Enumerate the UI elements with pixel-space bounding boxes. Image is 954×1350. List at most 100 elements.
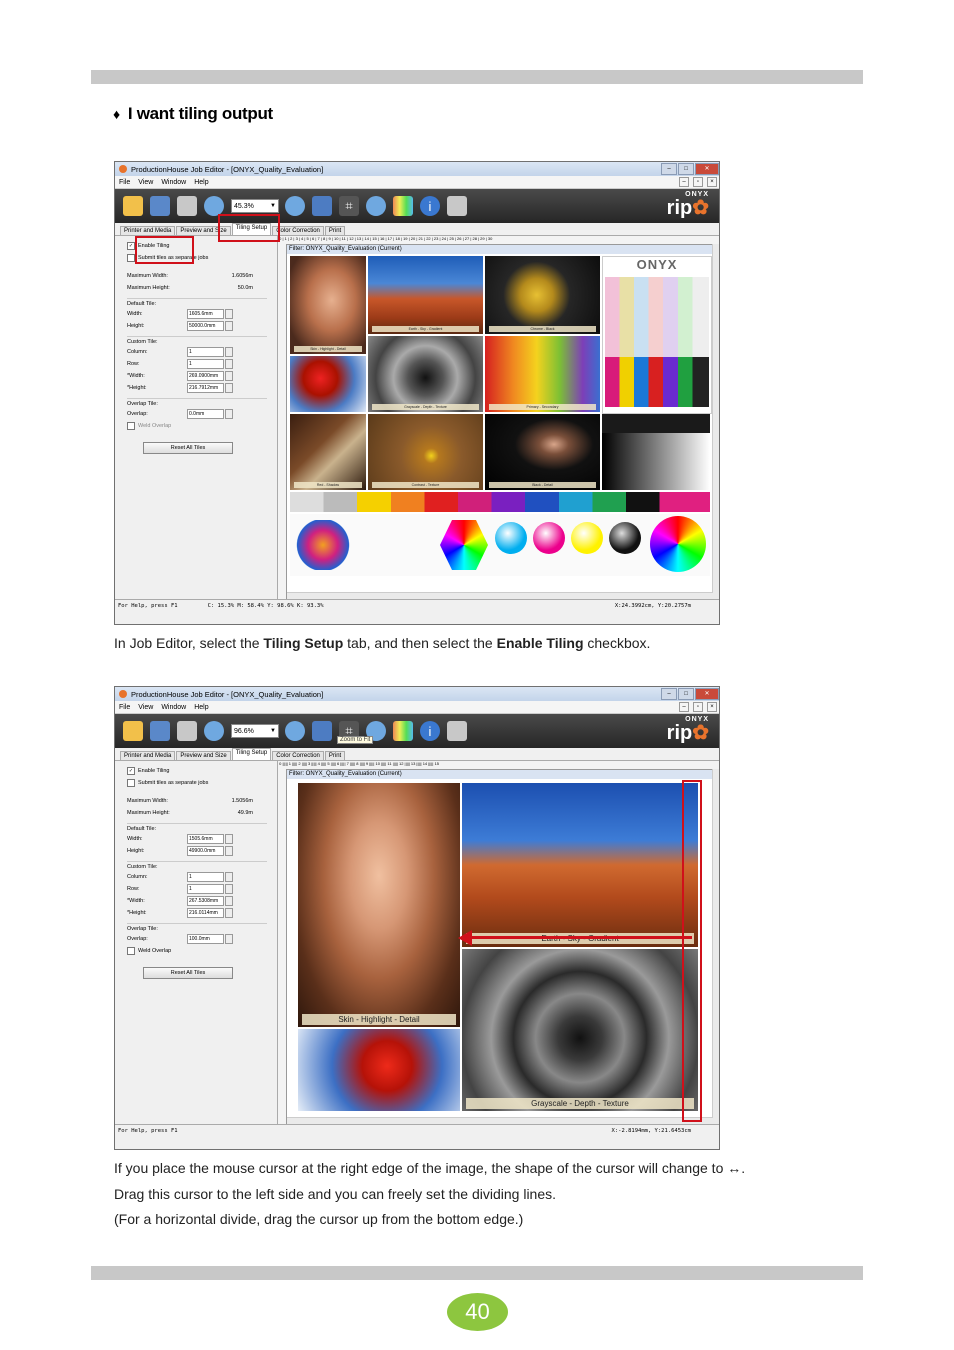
custom-height-field[interactable]: 216.7912mm bbox=[187, 383, 224, 393]
tab-printer-and-media[interactable]: Printer and Media bbox=[120, 226, 176, 235]
status-bar: For Help, press F1 C: 15.3% M: 58.4% Y: 9… bbox=[115, 599, 719, 611]
max-height-label: Maximum Height: bbox=[127, 285, 170, 291]
weld-overlap-checkbox[interactable] bbox=[127, 422, 135, 430]
column-label: Column: bbox=[127, 874, 148, 880]
overlap-field[interactable]: 0.0mm bbox=[187, 409, 224, 419]
overlap-stepper[interactable] bbox=[225, 409, 233, 419]
vertical-scrollbar[interactable] bbox=[712, 244, 719, 599]
column-stepper[interactable] bbox=[225, 872, 233, 882]
height-field[interactable]: 49900.0mm bbox=[187, 846, 224, 856]
menu-view[interactable]: View bbox=[138, 704, 153, 711]
preview-canvas[interactable]: 0 ||||| 1 ||||| 2 ||||| 3 ||||| 4 ||||| … bbox=[277, 761, 719, 1124]
maximize-icon[interactable]: □ bbox=[678, 688, 694, 700]
menu-help[interactable]: Help bbox=[194, 704, 208, 711]
height-stepper[interactable] bbox=[225, 321, 233, 331]
row-stepper[interactable] bbox=[225, 884, 233, 894]
zoom-in-icon[interactable] bbox=[285, 196, 305, 216]
printer-settings-icon[interactable] bbox=[447, 721, 467, 741]
print-icon[interactable] bbox=[177, 721, 197, 741]
tab-print[interactable]: Print bbox=[324, 751, 346, 760]
horizontal-scrollbar[interactable] bbox=[287, 1117, 713, 1124]
overlap-stepper[interactable] bbox=[225, 934, 233, 944]
custom-width-field[interactable]: 267.5308mm bbox=[187, 896, 224, 906]
enable-tiling-row[interactable]: ✓ Enable Tiling bbox=[127, 765, 277, 777]
horizontal-scrollbar[interactable] bbox=[287, 592, 713, 599]
info-icon[interactable]: i bbox=[420, 721, 440, 741]
preview-canvas[interactable]: 0 | 1 | 2 | 3 | 4 | 5 | 6 | 7 | 8 | 9 | … bbox=[277, 236, 719, 599]
mdi-minimize-icon[interactable]: – bbox=[679, 702, 689, 712]
row-stepper[interactable] bbox=[225, 359, 233, 369]
zoom-in-icon[interactable] bbox=[285, 721, 305, 741]
custom-width-stepper[interactable] bbox=[225, 896, 233, 906]
tab-color-correction[interactable]: Color Correction bbox=[272, 751, 324, 760]
info-icon[interactable]: i bbox=[420, 196, 440, 216]
tab-print[interactable]: Print bbox=[324, 226, 346, 235]
custom-height-label: *Height: bbox=[127, 385, 147, 391]
column-field[interactable]: 1 bbox=[187, 347, 224, 357]
onyx-colorbar-panel: ONYX bbox=[602, 256, 712, 414]
close-icon[interactable]: ✕ bbox=[695, 688, 719, 700]
mdi-restore-icon[interactable]: ▫ bbox=[693, 702, 703, 712]
vertical-scrollbar[interactable] bbox=[712, 769, 719, 1124]
print-icon[interactable] bbox=[177, 196, 197, 216]
tab-tiling-setup[interactable]: Tiling Setup bbox=[231, 748, 272, 760]
reset-all-tiles-button[interactable]: Reset All Tiles bbox=[143, 442, 233, 454]
width-stepper[interactable] bbox=[225, 834, 233, 844]
menu-view[interactable]: View bbox=[138, 179, 153, 186]
row-field[interactable]: 1 bbox=[187, 884, 224, 894]
custom-width-field[interactable]: 269.0900mm bbox=[187, 371, 224, 381]
enable-tiling-checkbox[interactable]: ✓ bbox=[127, 242, 135, 250]
tab-printer-and-media[interactable]: Printer and Media bbox=[120, 751, 176, 760]
minimize-icon[interactable]: – bbox=[661, 163, 677, 175]
maximize-icon[interactable]: □ bbox=[678, 163, 694, 175]
printer-settings-icon[interactable] bbox=[447, 196, 467, 216]
custom-height-stepper[interactable] bbox=[225, 383, 233, 393]
menu-file[interactable]: File bbox=[119, 704, 130, 711]
open-folder-icon[interactable] bbox=[123, 721, 143, 741]
tab-preview-and-size[interactable]: Preview and Size bbox=[176, 751, 231, 760]
zoom-select[interactable]: 45.3% ▼ bbox=[231, 199, 279, 213]
mdi-close-icon[interactable]: × bbox=[707, 177, 717, 187]
zoom-out-icon[interactable] bbox=[204, 196, 224, 216]
height-stepper[interactable] bbox=[225, 846, 233, 856]
column-field[interactable]: 1 bbox=[187, 872, 224, 882]
save-icon[interactable] bbox=[150, 196, 170, 216]
mdi-restore-icon[interactable]: ▫ bbox=[693, 177, 703, 187]
width-field[interactable]: 1505.6mm bbox=[187, 834, 224, 844]
height-label: Height: bbox=[127, 323, 145, 329]
menu-window[interactable]: Window bbox=[161, 179, 186, 186]
menu-help[interactable]: Help bbox=[194, 179, 208, 186]
weld-overlap-checkbox[interactable] bbox=[127, 947, 135, 955]
crop-icon[interactable]: ⌗ bbox=[339, 196, 359, 216]
menu-window[interactable]: Window bbox=[161, 704, 186, 711]
custom-width-stepper[interactable] bbox=[225, 371, 233, 381]
submit-tiles-row[interactable]: Submit tiles as separate jobs bbox=[127, 777, 277, 789]
row-field[interactable]: 1 bbox=[187, 359, 224, 369]
open-folder-icon[interactable] bbox=[123, 196, 143, 216]
submit-tiles-checkbox[interactable] bbox=[127, 254, 135, 262]
color-grid-icon[interactable] bbox=[393, 196, 413, 216]
zoom-select[interactable]: 96.6% ▼ bbox=[231, 724, 279, 738]
width-field[interactable]: 1605.6mm bbox=[187, 309, 224, 319]
overlap-field[interactable]: 100.0mm bbox=[187, 934, 224, 944]
zoom-out-icon[interactable] bbox=[204, 721, 224, 741]
custom-height-field[interactable]: 216.0114mm bbox=[187, 908, 224, 918]
column-stepper[interactable] bbox=[225, 347, 233, 357]
custom-height-stepper[interactable] bbox=[225, 908, 233, 918]
caption-skin: Skin - Highlight - Detail bbox=[294, 346, 362, 352]
width-stepper[interactable] bbox=[225, 309, 233, 319]
save-icon[interactable] bbox=[150, 721, 170, 741]
close-icon[interactable]: ✕ bbox=[695, 163, 719, 175]
zoom-to-fit-icon[interactable] bbox=[366, 196, 386, 216]
mdi-minimize-icon[interactable]: – bbox=[679, 177, 689, 187]
book-icon[interactable] bbox=[312, 721, 332, 741]
menu-file[interactable]: File bbox=[119, 179, 130, 186]
reset-all-tiles-button[interactable]: Reset All Tiles bbox=[143, 967, 233, 979]
height-field[interactable]: 50000.0mm bbox=[187, 321, 224, 331]
enable-tiling-checkbox[interactable]: ✓ bbox=[127, 767, 135, 775]
minimize-icon[interactable]: – bbox=[661, 688, 677, 700]
color-grid-icon[interactable] bbox=[393, 721, 413, 741]
mdi-close-icon[interactable]: × bbox=[707, 702, 717, 712]
submit-tiles-checkbox[interactable] bbox=[127, 779, 135, 787]
book-icon[interactable] bbox=[312, 196, 332, 216]
